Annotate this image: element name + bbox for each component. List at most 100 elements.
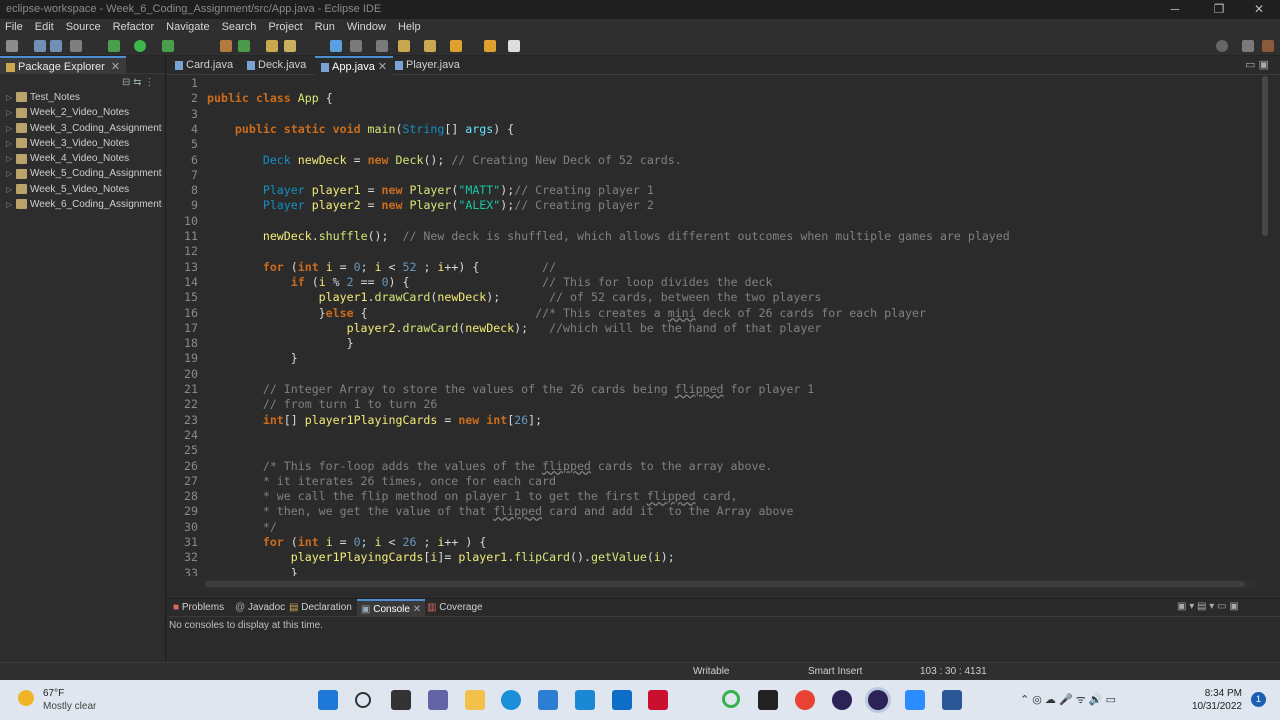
show-whitespace-icon[interactable]: [376, 40, 388, 52]
file-explorer-icon[interactable]: [465, 690, 485, 710]
chevron-right-icon[interactable]: ▷: [6, 105, 16, 120]
code-editor[interactable]: Card.java Deck.java App.java ✕ Player.ja…: [167, 56, 1280, 597]
menu-run[interactable]: Run: [310, 19, 342, 36]
store-icon[interactable]: [538, 690, 558, 710]
minimize-icon[interactable]: ▭ ▣: [1245, 58, 1269, 71]
block-selection-icon[interactable]: [350, 40, 362, 52]
prev-annotation-icon[interactable]: [424, 40, 436, 52]
terminal-app-icon[interactable]: [758, 690, 778, 710]
new-icon[interactable]: [6, 40, 18, 52]
task-view-icon[interactable]: [391, 690, 411, 710]
open-type-icon[interactable]: [266, 40, 278, 52]
tab-app-java[interactable]: App.java ✕: [315, 56, 394, 75]
windows-start-icon[interactable]: [318, 690, 338, 710]
chrome-icon[interactable]: [795, 690, 815, 710]
new-class-icon[interactable]: [238, 40, 250, 52]
tab-declaration[interactable]: ▤ Declaration: [285, 599, 356, 617]
edge-icon[interactable]: [501, 690, 521, 710]
terminal-icon[interactable]: [70, 40, 82, 52]
tab-problems[interactable]: ■ Problems: [169, 599, 228, 617]
eclipse-icon[interactable]: [832, 690, 852, 710]
notification-badge[interactable]: 1: [1251, 692, 1266, 707]
scroll-thumb[interactable]: [1262, 76, 1268, 236]
coverage-icon[interactable]: [162, 40, 174, 52]
refresh-app-icon[interactable]: [722, 690, 740, 708]
tree-item-project[interactable]: ▷ Test_Notes: [0, 90, 166, 105]
menu-source[interactable]: Source: [61, 19, 108, 36]
minimize-icon[interactable]: ─: [1160, 0, 1190, 19]
tab-console[interactable]: ▣ Console ✕: [357, 599, 426, 617]
close-icon[interactable]: ✕: [111, 61, 120, 73]
tree-item-project[interactable]: ▷ Week_3_Coding_Assignment: [0, 121, 166, 136]
menu-window[interactable]: Window: [342, 19, 393, 36]
search-icon[interactable]: [1216, 40, 1228, 52]
system-clock[interactable]: 8:34 PM 10/31/2022: [1192, 687, 1242, 713]
forward-icon[interactable]: [484, 40, 496, 52]
view-menu-icons[interactable]: ⊟ ⇆ ⋮: [122, 77, 154, 88]
tree-item-project[interactable]: ▷ Week_2_Video_Notes: [0, 105, 166, 120]
tab-javadoc[interactable]: @ Javadoc: [231, 599, 289, 617]
search-icon[interactable]: [355, 692, 371, 708]
next-annotation-icon[interactable]: [398, 40, 410, 52]
save-icon[interactable]: [34, 40, 46, 52]
chevron-right-icon[interactable]: ▷: [6, 151, 16, 166]
outlook-icon[interactable]: [612, 690, 632, 710]
code-area[interactable]: 1 2 public class App { 3 4 public static …: [167, 76, 1257, 576]
java-perspective-icon[interactable]: [1262, 40, 1274, 52]
save-all-icon[interactable]: [50, 40, 62, 52]
menu-project[interactable]: Project: [263, 19, 309, 36]
teams-icon[interactable]: [428, 690, 448, 710]
project-label: Test_Notes: [30, 92, 81, 103]
lync-icon[interactable]: [575, 690, 595, 710]
toggle-mark-icon[interactable]: [330, 40, 342, 52]
chevron-right-icon[interactable]: ▷: [6, 197, 16, 212]
tree-item-project[interactable]: ▷ Week_3_Video_Notes: [0, 136, 166, 151]
tree-item-project[interactable]: ▷ Week_5_Coding_Assignment: [0, 166, 166, 181]
eclipse-active-icon[interactable]: [868, 690, 888, 710]
chevron-right-icon[interactable]: ▷: [6, 136, 16, 151]
tray-icons[interactable]: ⌃ ◎ ☁ 🎤 ᯤ 🔊 ▭: [1020, 692, 1116, 707]
main-toolbar: [0, 36, 1280, 56]
menu-edit[interactable]: Edit: [30, 19, 61, 36]
chevron-right-icon[interactable]: ▷: [6, 90, 16, 105]
menu-search[interactable]: Search: [217, 19, 264, 36]
editor-horizontal-scrollbar[interactable]: [205, 579, 1255, 589]
search-tool-icon[interactable]: [284, 40, 296, 52]
line-number: 6: [191, 152, 198, 167]
tree-item-project[interactable]: ▷ Week_5_Video_Notes: [0, 182, 166, 197]
debug-icon[interactable]: [108, 40, 120, 52]
tab-deck-java[interactable]: Deck.java: [241, 56, 312, 75]
open-perspective-icon[interactable]: [1242, 40, 1254, 52]
back-icon[interactable]: [450, 40, 462, 52]
tab-coverage[interactable]: ▥ Coverage: [423, 599, 487, 617]
scroll-thumb[interactable]: [205, 581, 1245, 587]
close-icon[interactable]: ✕: [413, 604, 421, 615]
run-icon[interactable]: [134, 40, 146, 52]
menu-file[interactable]: File: [0, 19, 30, 36]
tab-package-explorer[interactable]: Package Explorer ✕: [0, 56, 127, 74]
chevron-right-icon[interactable]: ▷: [6, 121, 16, 136]
maximize-icon[interactable]: ❐: [1204, 0, 1234, 19]
mcafee-icon[interactable]: [648, 690, 668, 710]
editor-vertical-scrollbar[interactable]: [1260, 76, 1270, 576]
last-edit-icon[interactable]: [508, 40, 520, 52]
chevron-right-icon[interactable]: ▷: [6, 166, 16, 181]
tab-card-java[interactable]: Card.java: [169, 56, 239, 75]
zoom-icon[interactable]: [905, 690, 925, 710]
console-toolbar-icons[interactable]: ▣ ▾ ▤ ▾ ▭ ▣: [1177, 601, 1239, 612]
menu-help[interactable]: Help: [393, 19, 428, 36]
menu-refactor[interactable]: Refactor: [108, 19, 162, 36]
code-line: 21 // Integer Array to store the values …: [167, 382, 814, 397]
close-icon[interactable]: ✕: [1244, 0, 1274, 19]
chevron-right-icon[interactable]: ▷: [6, 182, 16, 197]
tree-item-project[interactable]: ▷ Week_6_Coding_Assignment: [0, 197, 166, 212]
code-line: 28 * we call the flip method on player 1…: [167, 489, 737, 504]
tree-item-project[interactable]: ▷ Week_4_Video_Notes: [0, 151, 166, 166]
new-java-project-icon[interactable]: [220, 40, 232, 52]
code-line: 22 // from turn 1 to turn 26: [167, 397, 437, 412]
tab-player-java[interactable]: Player.java: [389, 56, 466, 75]
notepad-icon[interactable]: [942, 690, 962, 710]
menu-navigate[interactable]: Navigate: [161, 19, 216, 36]
close-icon[interactable]: ✕: [378, 61, 387, 73]
line-number: 29: [184, 504, 198, 519]
